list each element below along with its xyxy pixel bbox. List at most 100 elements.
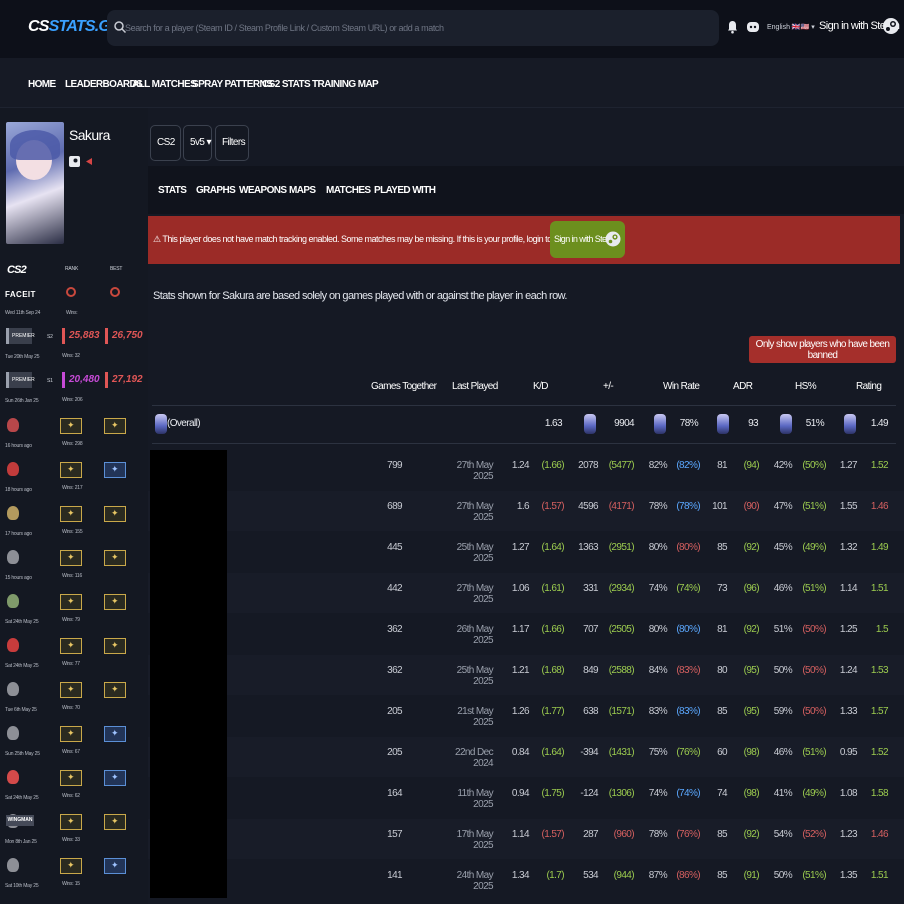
premier-badge: PREMIER xyxy=(6,328,35,344)
col-rating[interactable]: Rating xyxy=(856,381,882,392)
nav-leaderboards[interactable]: LEADERBOARDS xyxy=(65,79,143,90)
hs-overall: (51%) xyxy=(802,870,826,881)
rating: 0.95 xyxy=(839,747,858,758)
tab-graphs[interactable]: GRAPHS xyxy=(196,185,236,196)
games-together: 157 xyxy=(387,829,402,840)
plus-minus: -124 xyxy=(580,788,598,799)
map-rank-icon xyxy=(60,506,82,522)
steam-profile-icon[interactable] xyxy=(69,156,80,167)
hs: 46% xyxy=(773,583,793,594)
map-wins: Wins: 298 xyxy=(62,441,83,447)
overall-rating: 1.49 xyxy=(870,418,889,429)
search-bar[interactable] xyxy=(107,10,719,46)
win-rate-overall: (74%) xyxy=(676,788,700,799)
played-with-info: Stats shown for Sakura are based solely … xyxy=(153,290,567,302)
faceit-best-icon xyxy=(110,287,120,297)
rating: 1.32 xyxy=(839,542,858,553)
kd: 1.06 xyxy=(511,583,530,594)
adr: 73 xyxy=(717,583,728,594)
nav-cs2-stats[interactable]: CS2 STATS xyxy=(262,79,311,90)
nav-all-matches[interactable]: ALL MATCHES xyxy=(132,79,197,90)
games-together: 799 xyxy=(387,460,402,471)
col-kd[interactable]: K/D xyxy=(533,381,548,392)
adr-overall: (95) xyxy=(743,706,760,717)
map-date: Sat 24th May 25 xyxy=(5,619,39,625)
games-together: 141 xyxy=(387,870,402,881)
mode-select[interactable]: 5v5 ▾ xyxy=(183,125,212,161)
rating: 1.14 xyxy=(839,583,858,594)
plus-minus-overall: (5477) xyxy=(608,460,635,471)
map-icon xyxy=(7,682,19,696)
overall-avatar xyxy=(584,414,596,434)
filters-button[interactable]: Filters ⋮ xyxy=(215,125,249,182)
nav-spray-patterns[interactable]: SPRAY PATTERNS xyxy=(192,79,273,90)
plus-minus-overall: (1306) xyxy=(608,788,635,799)
map-best-icon xyxy=(104,858,126,874)
plus-minus-overall: (2588) xyxy=(608,665,635,676)
rating-overall: 1.49 xyxy=(870,542,889,553)
plus-minus-overall: (2934) xyxy=(608,583,635,594)
last-played: 27th May 2025 xyxy=(456,501,494,523)
win-rate-overall: (78%) xyxy=(676,501,700,512)
col-win-rate[interactable]: Win Rate xyxy=(663,381,700,392)
plus-minus-overall: (1571) xyxy=(608,706,635,717)
kd: 1.14 xyxy=(511,829,530,840)
col-plus-minus[interactable]: +/- xyxy=(603,381,614,392)
steam-icon[interactable] xyxy=(882,17,900,35)
win-rate: 78% xyxy=(648,829,668,840)
kd-overall: (1.75) xyxy=(541,788,564,799)
adr: 85 xyxy=(717,542,728,553)
nav-training-map[interactable]: TRAINING MAP xyxy=(312,79,379,90)
last-played: 27th May 2025 xyxy=(456,460,494,482)
adr-overall: (98) xyxy=(743,788,760,799)
kd-overall: (1.57) xyxy=(541,501,564,512)
language-selector[interactable]: English 🇬🇧🇺🇸 ▾ xyxy=(767,23,815,31)
player-avatar xyxy=(6,122,64,244)
col-last-played[interactable]: Last Played xyxy=(452,381,498,392)
search-input[interactable] xyxy=(125,18,705,38)
col-hs[interactable]: HS% xyxy=(795,381,817,392)
map-best-icon xyxy=(104,638,126,654)
overall-avatar xyxy=(780,414,792,434)
banned-filter-button[interactable]: Only show players who have been banned xyxy=(749,336,896,363)
nav-home[interactable]: HOME xyxy=(28,79,56,90)
bell-icon[interactable] xyxy=(727,20,738,34)
win-rate: 84% xyxy=(648,665,668,676)
hs: 50% xyxy=(773,870,793,881)
map-date: Mon 8th Jan 25 xyxy=(5,839,37,845)
kd-overall: (1.66) xyxy=(541,624,564,635)
col-adr[interactable]: ADR xyxy=(733,381,753,392)
map-icon xyxy=(7,638,19,652)
tab-stats[interactable]: STATS xyxy=(158,185,187,196)
map-rank-icon xyxy=(60,858,82,874)
hs: 42% xyxy=(773,460,793,471)
alert-sign-in-button[interactable]: Sign in with Steam xyxy=(550,221,625,258)
tab-weapons[interactable]: WEAPONS xyxy=(239,185,287,196)
adr-overall: (91) xyxy=(743,870,760,881)
overall-hs: 51% xyxy=(805,418,825,429)
map-best-icon xyxy=(104,770,126,786)
hs-overall: (50%) xyxy=(802,460,826,471)
rating-overall: 1.46 xyxy=(870,501,889,512)
win-rate-overall: (76%) xyxy=(676,829,700,840)
hs: 46% xyxy=(773,747,793,758)
col-games-together[interactable]: Games Together xyxy=(371,381,437,392)
hs-overall: (49%) xyxy=(802,542,826,553)
plus-minus: -394 xyxy=(580,747,598,758)
game-select[interactable]: CS2 ▾ xyxy=(150,125,181,182)
kd: 1.6 xyxy=(516,501,530,512)
discord-icon[interactable] xyxy=(746,21,760,33)
hs-overall: (49%) xyxy=(802,788,826,799)
tab-maps[interactable]: MAPS xyxy=(289,185,316,196)
map-wins: Wins: 155 xyxy=(62,529,83,535)
hs-overall: (50%) xyxy=(802,665,826,676)
map-icon xyxy=(7,462,19,476)
hs: 45% xyxy=(773,542,793,553)
tab-matches[interactable]: MATCHES xyxy=(326,185,371,196)
map-date: 18 hours ago xyxy=(5,487,32,493)
map-icon xyxy=(7,726,19,740)
kd-overall: (1.61) xyxy=(541,583,564,594)
adr: 80 xyxy=(717,665,728,676)
adr: 85 xyxy=(717,706,728,717)
tab-played-with[interactable]: PLAYED WITH xyxy=(374,185,436,196)
